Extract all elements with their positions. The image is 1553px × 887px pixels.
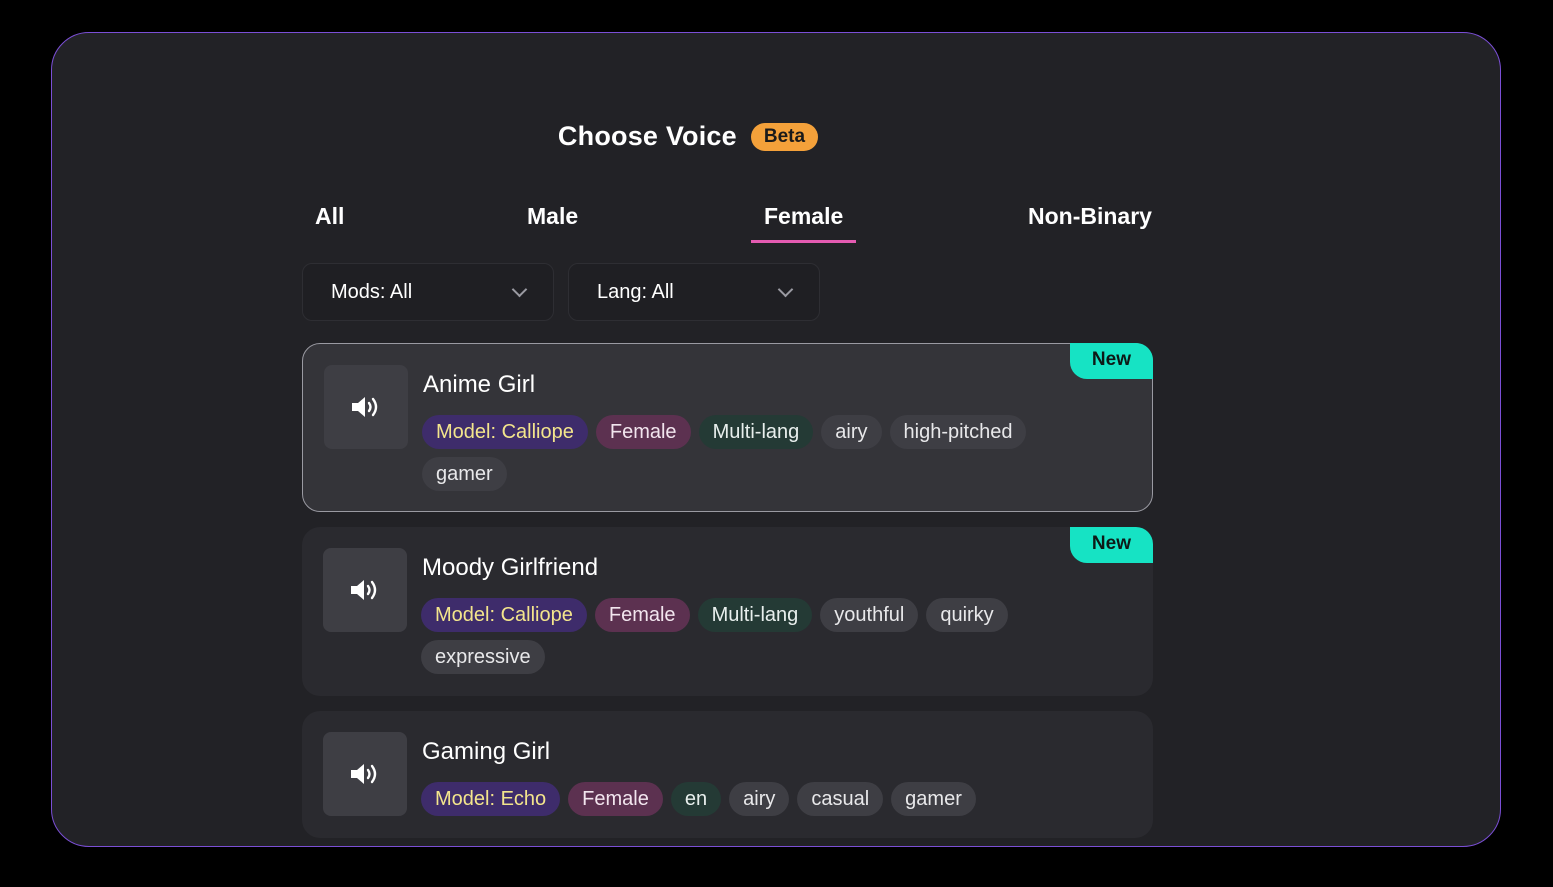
lang-dropdown-label: Lang: All xyxy=(597,280,674,303)
voice-name: Moody Girlfriend xyxy=(422,554,599,581)
trait-tag: quirky xyxy=(926,598,1008,632)
gender-tag: Female xyxy=(568,782,663,816)
play-sample-button[interactable] xyxy=(324,365,408,449)
tab-non-binary[interactable]: Non-Binary xyxy=(1028,203,1152,240)
language-tag: Multi-lang xyxy=(697,598,813,632)
trait-tag: gamer xyxy=(891,782,976,816)
chevron-down-icon xyxy=(511,281,528,297)
gender-tag: Female xyxy=(594,598,690,632)
tab-female[interactable]: Female xyxy=(751,203,857,243)
trait-tag: airy xyxy=(729,782,790,816)
voice-card-moody-girlfriend[interactable]: Moody Girlfriend Model: Calliope Female … xyxy=(302,527,1153,696)
beta-badge: Beta xyxy=(750,122,819,151)
trait-tag: airy xyxy=(821,415,882,449)
speaker-icon xyxy=(351,764,377,784)
model-tag: Model: Calliope xyxy=(422,415,588,449)
voice-name: Gaming Girl xyxy=(422,738,551,765)
voice-card-anime-girl[interactable]: Anime Girl Model: Calliope Female Multi-… xyxy=(302,343,1153,512)
mods-dropdown[interactable]: Mods: All xyxy=(302,263,554,321)
speaker-icon xyxy=(352,397,378,417)
voice-tags: Model: Echo Female en airy casual gamer xyxy=(421,782,1081,816)
trait-tag: expressive xyxy=(421,640,545,674)
filter-bar: Mods: All Lang: All xyxy=(302,263,820,321)
voice-name: Anime Girl xyxy=(423,371,536,398)
new-badge: New xyxy=(1069,527,1153,563)
tab-male[interactable]: Male xyxy=(527,203,578,240)
trait-tag: casual xyxy=(797,782,884,816)
lang-dropdown[interactable]: Lang: All xyxy=(568,263,820,321)
trait-tag: youthful xyxy=(820,598,919,632)
language-tag: en xyxy=(670,782,722,816)
page-title: Choose Voice xyxy=(557,121,737,151)
voice-tags: Model: Calliope Female Multi-lang airy h… xyxy=(422,415,1082,491)
gender-tag: Female xyxy=(595,415,691,449)
trait-tag: gamer xyxy=(422,457,507,491)
model-tag: Model: Calliope xyxy=(421,598,587,632)
language-tag: Multi-lang xyxy=(698,415,814,449)
title-row: Choose Voice Beta xyxy=(0,121,1500,152)
gender-tabs: All Male Female Non-Binary xyxy=(302,203,1154,243)
mods-dropdown-label: Mods: All xyxy=(331,280,413,303)
choose-voice-modal: Choose Voice Beta All Male Female Non-Bi… xyxy=(51,32,1501,847)
new-badge: New xyxy=(1069,343,1153,379)
trait-tag: high-pitched xyxy=(889,415,1027,449)
tab-all[interactable]: All xyxy=(315,203,344,240)
voice-tags: Model: Calliope Female Multi-lang youthf… xyxy=(421,598,1081,674)
voice-card-gaming-girl[interactable]: Gaming Girl Model: Echo Female en airy c… xyxy=(302,711,1153,838)
play-sample-button[interactable] xyxy=(323,732,407,816)
play-sample-button[interactable] xyxy=(323,548,407,632)
chevron-down-icon xyxy=(777,281,794,297)
model-tag: Model: Echo xyxy=(421,782,561,816)
speaker-icon xyxy=(351,580,377,600)
